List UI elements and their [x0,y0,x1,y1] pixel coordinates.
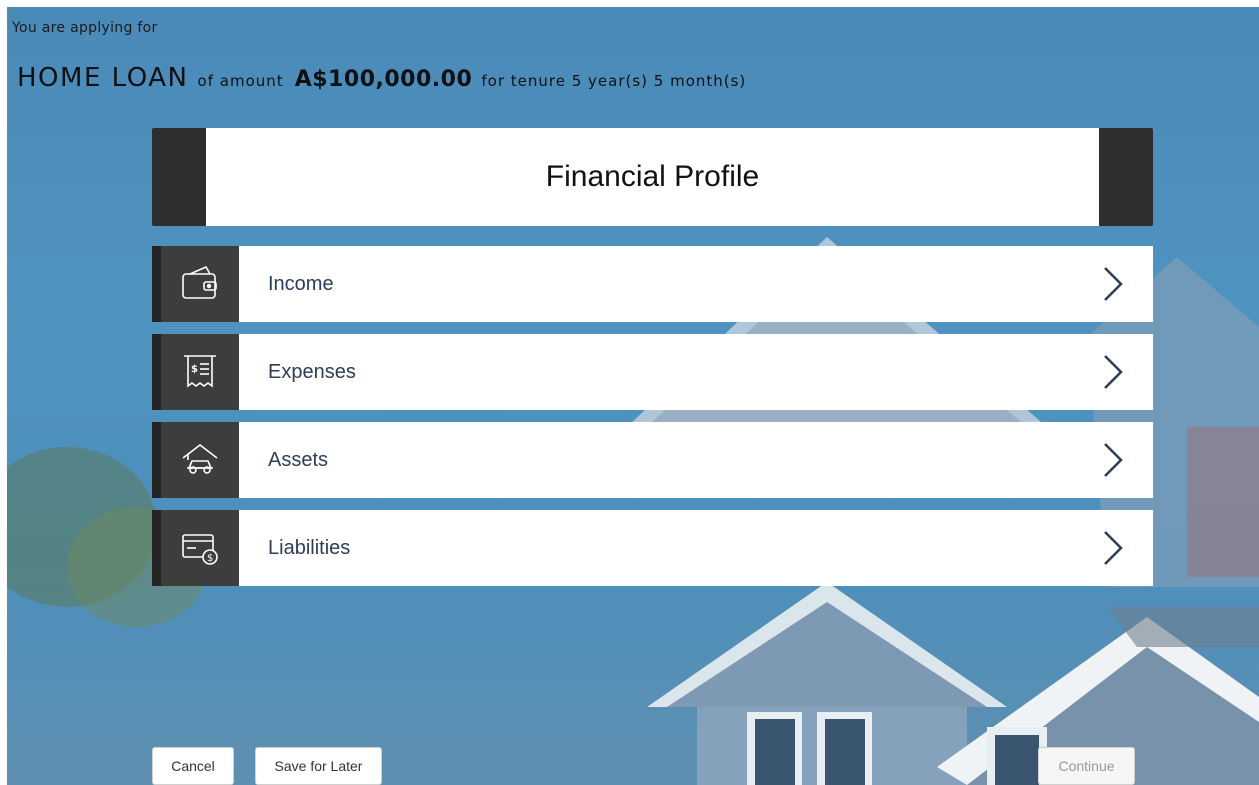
section-row-liabilities[interactable]: $ Liabilities [152,510,1153,586]
chevron-right-icon[interactable] [1073,334,1153,410]
section-label-expenses: Expenses [268,360,356,383]
save-for-later-button[interactable]: Save for Later [255,747,382,785]
chevron-right-icon[interactable] [1073,422,1153,498]
page-background: You are applying for HOME LOAN of amount… [7,7,1259,785]
cancel-button[interactable]: Cancel [152,747,234,785]
receipt-icon: $ [184,355,216,388]
continue-button[interactable]: Continue [1038,747,1135,785]
section-label-income: Income [268,272,334,295]
of-amount-label: of amount [197,72,284,90]
svg-text:$: $ [191,364,198,375]
svg-text:$: $ [207,553,213,564]
section-row-assets[interactable]: Assets [152,422,1153,498]
chevron-right-icon[interactable] [1073,246,1153,322]
product-name: HOME LOAN [17,63,189,93]
tenure-text: for tenure 5 year(s) 5 month(s) [481,72,747,90]
section-row-expenses[interactable]: $ Expenses [152,334,1153,410]
financial-profile-title: Financial Profile [152,128,1153,226]
applying-for-label: You are applying for [12,20,158,36]
loan-summary: HOME LOAN of amount A$100,000.00 for ten… [17,63,752,93]
loan-amount: A$100,000.00 [294,67,473,92]
section-label-liabilities: Liabilities [268,536,351,559]
section-label-assets: Assets [268,448,329,471]
section-row-income[interactable]: Income [152,246,1153,322]
house-car-icon [182,443,218,474]
chevron-right-icon[interactable] [1073,510,1153,586]
card-dollar-icon: $ [182,534,218,565]
wallet-icon [182,265,217,299]
